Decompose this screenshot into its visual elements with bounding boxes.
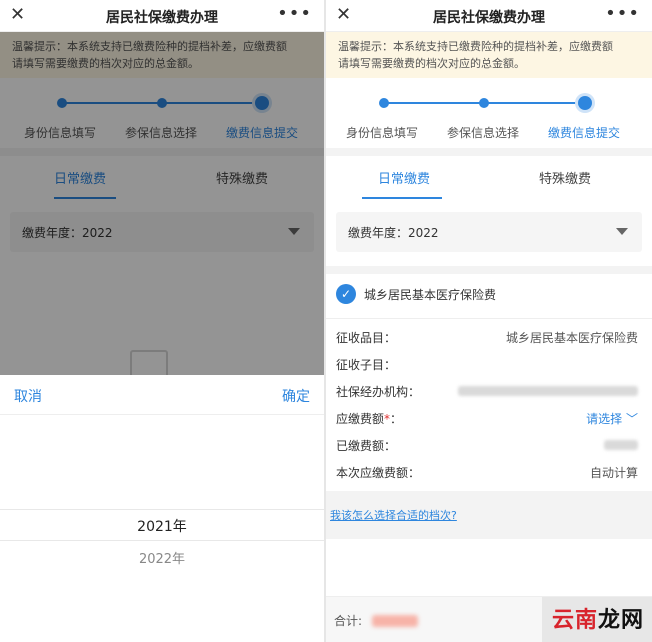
paid-amount-label: 已缴费额： bbox=[336, 439, 397, 453]
modal-mask[interactable] bbox=[0, 32, 324, 375]
row-paid-amount: 已缴费额： bbox=[326, 431, 652, 458]
page-title: 居民社保缴费办理 bbox=[433, 10, 545, 26]
progress-steps: 身份信息填写 参保信息选择 缴费信息提交 bbox=[326, 78, 652, 148]
collect-sub-label: 征收子目： bbox=[336, 358, 397, 372]
page-title: 居民社保缴费办理 bbox=[106, 10, 218, 26]
cancel-button[interactable]: 取消 bbox=[14, 386, 42, 406]
top-bar: ✕ 居民社保缴费办理 ••• bbox=[0, 0, 324, 32]
help-section: 我该怎么选择合适的档次? bbox=[326, 491, 652, 539]
tab-special[interactable]: 特殊缴费 bbox=[539, 168, 591, 187]
row-collect-item: 征收品目： 城乡居民基本医疗保险费 bbox=[326, 323, 652, 350]
notice-line-1: 温馨提示：本系统支持已缴费险种的提档补差，应缴费额 bbox=[338, 40, 613, 53]
picker-option-2022[interactable]: 2022年 bbox=[0, 548, 324, 567]
step-label-2: 参保信息选择 bbox=[447, 126, 520, 140]
top-bar: ✕ 居民社保缴费办理 ••• bbox=[326, 0, 652, 32]
notice-line-2: 请填写需要缴费的档次对应的总金额。 bbox=[338, 57, 525, 70]
row-due-amount: 应缴费额*： 请选择 ﹀ bbox=[326, 404, 652, 431]
left-screen: ✕ 居民社保缴费办理 ••• 温馨提示：本系统支持已缴费险种的提档补差，应缴费额… bbox=[0, 0, 324, 642]
insurance-name: 城乡居民基本医疗保险费 bbox=[364, 288, 497, 302]
confirm-button[interactable]: 确定 bbox=[282, 386, 310, 406]
row-collect-sub: 征收子目： bbox=[326, 350, 652, 377]
current-amount-label: 本次应缴费额： bbox=[336, 466, 421, 480]
checkmark-icon[interactable]: ✓ bbox=[336, 284, 356, 304]
more-icon[interactable]: ••• bbox=[277, 3, 312, 24]
tab-underline bbox=[362, 197, 442, 199]
due-amount-select[interactable]: 请选择 ﹀ bbox=[586, 410, 638, 427]
year-picker: 取消 确定 2021年 2022年 bbox=[0, 375, 324, 642]
row-agency: 社保经办机构： bbox=[326, 377, 652, 404]
total-label: 合计: bbox=[334, 614, 363, 628]
picker-toolbar: 取消 确定 bbox=[0, 375, 324, 415]
screenshot-root: ✕ 居民社保缴费办理 ••• 温馨提示：本系统支持已缴费险种的提档补差，应缴费额… bbox=[0, 0, 652, 642]
insurance-item[interactable]: ✓ 城乡居民基本医疗保险费 bbox=[326, 266, 652, 318]
row-current-amount: 本次应缴费额： 自动计算 bbox=[326, 458, 652, 485]
step-label-3: 缴费信息提交 bbox=[548, 126, 621, 140]
tab-daily[interactable]: 日常缴费 bbox=[378, 168, 430, 187]
detail-list: 征收品目： 城乡居民基本医疗保险费 征收子目： 社保经办机构： 应缴费额*： 请… bbox=[326, 318, 652, 485]
paid-amount-value-redacted bbox=[604, 437, 638, 451]
step-dot-2 bbox=[479, 98, 489, 108]
collect-item-label: 征收品目： bbox=[336, 331, 397, 345]
step-label-1: 身份信息填写 bbox=[346, 126, 419, 140]
chevron-down-icon bbox=[616, 228, 628, 235]
year-select[interactable]: 缴费年度：2022 bbox=[336, 212, 642, 252]
tab-bar: 日常缴费 特殊缴费 bbox=[326, 148, 652, 202]
right-screen: ✕ 居民社保缴费办理 ••• 温馨提示：本系统支持已缴费险种的提档补差，应缴费额… bbox=[326, 0, 652, 642]
current-amount-value: 自动计算 bbox=[589, 466, 638, 480]
agency-label: 社保经办机构： bbox=[336, 385, 421, 399]
agency-value-redacted bbox=[458, 383, 638, 397]
step-dot-1 bbox=[379, 98, 389, 108]
due-amount-label: 应缴费额*： bbox=[336, 412, 403, 426]
site-watermark: 云南龙网 bbox=[551, 608, 644, 633]
help-link[interactable]: 我该怎么选择合适的档次? bbox=[330, 507, 457, 523]
collect-item-value: 城乡居民基本医疗保险费 bbox=[505, 331, 638, 345]
total-amount-redacted bbox=[372, 615, 418, 627]
more-icon[interactable]: ••• bbox=[605, 3, 640, 24]
picker-option-2021[interactable]: 2021年 bbox=[0, 516, 324, 536]
notice-banner: 温馨提示：本系统支持已缴费险种的提档补差，应缴费额 请填写需要缴费的档次对应的总… bbox=[326, 32, 652, 78]
step-dot-3 bbox=[578, 96, 592, 110]
year-select-value: 缴费年度：2022 bbox=[348, 226, 439, 240]
